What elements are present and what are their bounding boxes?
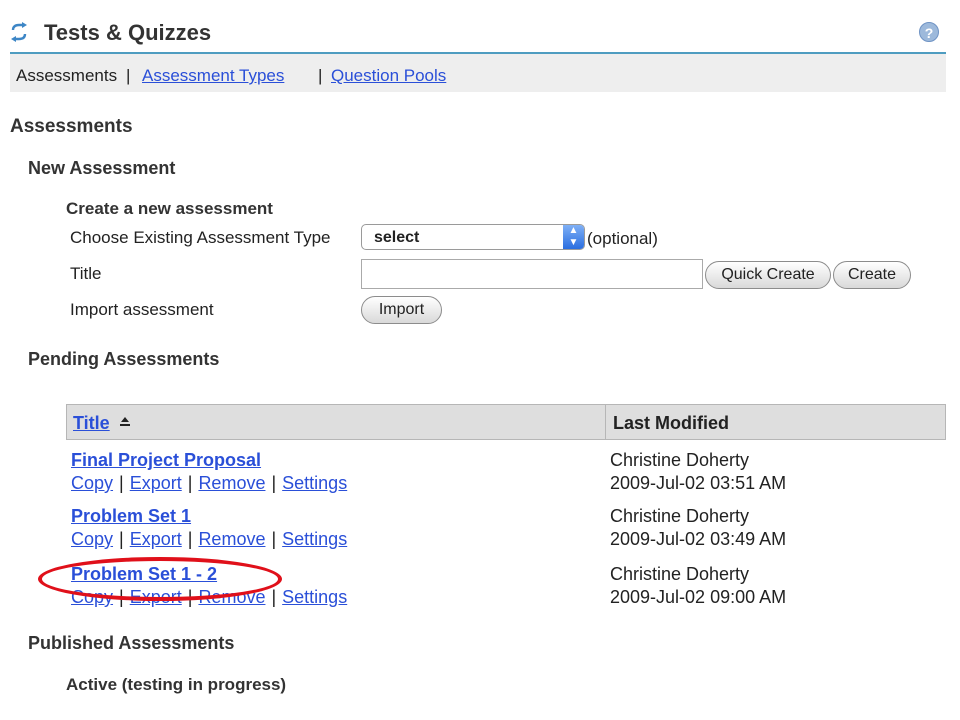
new-assessment-heading: New Assessment (28, 158, 176, 178)
modified-date: 2009-Jul-02 03:49 AM (610, 529, 787, 549)
remove-link[interactable]: Remove (198, 473, 265, 493)
assessment-title-link[interactable]: Problem Set 1 (71, 506, 191, 527)
export-link[interactable]: Export (130, 529, 182, 549)
action-separator: | (187, 473, 193, 493)
tool-title-bar: Tests & Quizzes ? (0, 0, 960, 54)
copy-link[interactable]: Copy (71, 529, 113, 549)
table-row: Final Project Proposal Copy | Export | Remov… (66, 450, 946, 502)
remove-link[interactable]: Remove (198, 587, 265, 607)
sort-ascending-icon[interactable] (119, 416, 131, 428)
table-row: Problem Set 1 Copy | Export | Remove | Setting… (66, 506, 946, 558)
quick-create-button[interactable]: Quick Create (705, 261, 831, 289)
nav-separator: | (126, 66, 131, 85)
action-separator: | (271, 473, 277, 493)
page-title: Assessments (10, 116, 133, 137)
modified-date: 2009-Jul-02 09:00 AM (610, 587, 787, 607)
row-actions: Copy | Export | Remove | Settings (71, 529, 347, 550)
title-label: Title (70, 264, 102, 283)
nav-link-assessment-types[interactable]: Assessment Types (142, 66, 284, 86)
import-assessment-label: Import assessment (70, 300, 214, 319)
action-separator: | (271, 587, 277, 607)
action-separator: | (119, 587, 124, 607)
action-separator: | (187, 529, 193, 549)
export-link[interactable]: Export (130, 587, 182, 607)
tool-nav-bar: Assessments | Assessment Types | Questio… (10, 54, 946, 92)
modified-by: Christine Doherty (610, 564, 750, 584)
assessment-type-value: select (374, 229, 420, 246)
import-button[interactable]: Import (361, 296, 442, 324)
create-button[interactable]: Create (833, 261, 911, 289)
settings-link[interactable]: Settings (282, 587, 347, 607)
row-actions: Copy | Export | Remove | Settings (71, 473, 347, 494)
tool-title: Tests & Quizzes (44, 20, 212, 45)
published-assessments-heading: Published Assessments (28, 633, 235, 653)
action-separator: | (187, 587, 193, 607)
modified-by: Christine Doherty (610, 506, 750, 526)
help-icon[interactable]: ? (919, 22, 939, 42)
assessment-title-link[interactable]: Final Project Proposal (71, 450, 261, 471)
assessment-type-label: Choose Existing Assessment Type (70, 228, 331, 247)
action-separator: | (119, 473, 124, 493)
action-separator: | (271, 529, 277, 549)
nav-link-question-pools[interactable]: Question Pools (331, 66, 446, 86)
table-row: Problem Set 1 - 2 Copy | Export | Remove | Set… (66, 564, 946, 616)
nav-current-assessments: Assessments (16, 66, 118, 85)
column-divider (605, 405, 606, 439)
export-link[interactable]: Export (130, 473, 182, 493)
last-modified-column-header: Last Modified (613, 413, 729, 433)
copy-link[interactable]: Copy (71, 473, 113, 493)
modified-by: Christine Doherty (610, 450, 750, 470)
active-assessments-heading: Active (testing in progress) (66, 675, 287, 694)
settings-link[interactable]: Settings (282, 529, 347, 549)
refresh-arrows-icon[interactable] (10, 22, 28, 42)
optional-hint: (optional) (587, 229, 658, 248)
create-assessment-subheading: Create a new assessment (66, 199, 273, 218)
action-separator: | (119, 529, 124, 549)
remove-link[interactable]: Remove (198, 529, 265, 549)
assessment-title-link[interactable]: Problem Set 1 - 2 (71, 564, 217, 585)
select-arrows-icon: ▲ ▼ (563, 225, 584, 249)
pending-table-header: Title Last Modified (66, 404, 946, 440)
assessment-type-select[interactable]: select ▲ ▼ (361, 224, 585, 250)
title-column-header[interactable]: Title (73, 413, 110, 434)
modified-date: 2009-Jul-02 03:51 AM (610, 473, 787, 493)
settings-link[interactable]: Settings (282, 473, 347, 493)
copy-link[interactable]: Copy (71, 587, 113, 607)
pending-assessments-heading: Pending Assessments (28, 349, 220, 369)
row-actions: Copy | Export | Remove | Settings (71, 587, 347, 608)
nav-separator: | (318, 66, 323, 85)
title-input[interactable] (361, 259, 703, 289)
